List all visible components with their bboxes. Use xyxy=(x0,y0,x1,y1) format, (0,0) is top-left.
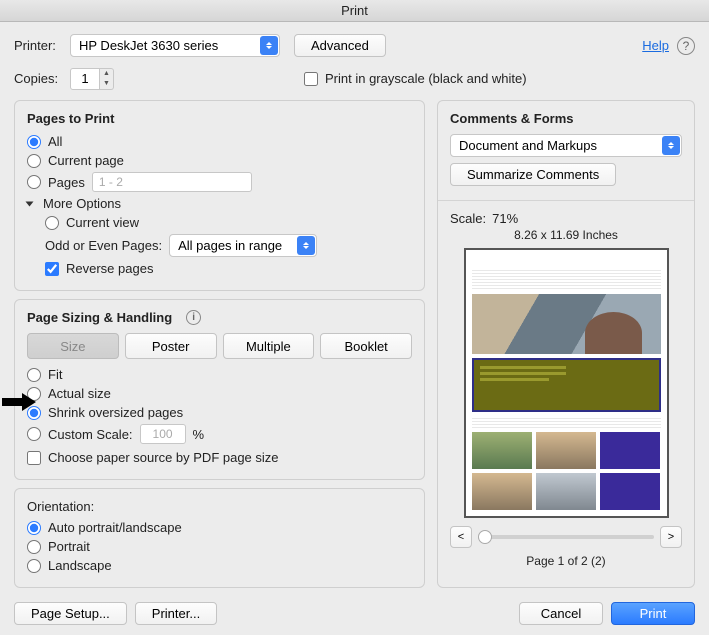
pages-to-print-panel: Pages to Print All Current page Pages Mo… xyxy=(14,100,425,291)
printer-label: Printer: xyxy=(14,38,66,53)
pages-heading: Pages to Print xyxy=(27,111,412,126)
pages-radio[interactable] xyxy=(27,175,41,189)
copies-input[interactable] xyxy=(70,68,100,90)
help-link[interactable]: Help xyxy=(642,38,669,53)
booklet-tab[interactable]: Booklet xyxy=(320,333,412,359)
page-setup-button[interactable]: Page Setup... xyxy=(14,602,127,625)
actual-size-label: Actual size xyxy=(48,386,111,401)
slider-knob-icon[interactable] xyxy=(478,530,492,544)
portrait-label: Portrait xyxy=(48,539,90,554)
stepper-up-icon[interactable]: ▲ xyxy=(100,69,113,79)
percent-label: % xyxy=(193,427,205,442)
size-tab[interactable]: Size xyxy=(27,333,119,359)
odd-even-label: Odd or Even Pages: xyxy=(45,238,162,253)
orientation-heading: Orientation: xyxy=(27,499,412,514)
chevron-updown-icon xyxy=(297,236,315,255)
info-icon[interactable]: i xyxy=(186,310,201,325)
page-indicator: Page 1 of 2 (2) xyxy=(450,554,682,568)
copies-label: Copies: xyxy=(14,71,66,86)
scale-value: 71% xyxy=(492,211,518,226)
pages-label: Pages xyxy=(48,175,85,190)
current-view-label: Current view xyxy=(66,215,139,230)
comments-mode-select[interactable]: Document and Markups xyxy=(450,134,682,157)
odd-even-select[interactable]: All pages in range xyxy=(169,234,317,257)
disclosure-triangle-icon[interactable] xyxy=(26,201,34,206)
more-options-label: More Options xyxy=(43,196,121,211)
printer-select[interactable]: HP DeskJet 3630 series xyxy=(70,34,280,57)
fit-label: Fit xyxy=(48,367,62,382)
auto-orient-radio[interactable] xyxy=(27,521,41,535)
grayscale-label: Print in grayscale (black and white) xyxy=(325,71,527,86)
current-view-radio[interactable] xyxy=(45,216,59,230)
printer-settings-button[interactable]: Printer... xyxy=(135,602,217,625)
fit-radio[interactable] xyxy=(27,368,41,382)
copies-stepper[interactable]: ▲▼ xyxy=(70,68,114,90)
chevron-updown-icon xyxy=(662,136,680,155)
landscape-radio[interactable] xyxy=(27,559,41,573)
comments-heading: Comments & Forms xyxy=(450,111,682,126)
print-button[interactable]: Print xyxy=(611,602,695,625)
current-page-radio[interactable] xyxy=(27,154,41,168)
reverse-pages-label: Reverse pages xyxy=(66,261,153,276)
sizing-heading: Page Sizing & Handlingi xyxy=(27,310,412,325)
help-icon[interactable]: ? xyxy=(677,37,695,55)
custom-scale-input[interactable] xyxy=(140,424,186,444)
prev-page-button[interactable]: < xyxy=(450,526,472,548)
sizing-panel: Page Sizing & Handlingi Size Poster Mult… xyxy=(14,299,425,480)
landscape-label: Landscape xyxy=(48,558,112,573)
auto-orient-label: Auto portrait/landscape xyxy=(48,520,182,535)
reverse-pages-checkbox[interactable] xyxy=(45,262,59,276)
print-preview xyxy=(464,248,669,518)
cancel-button[interactable]: Cancel xyxy=(519,602,603,625)
custom-scale-radio[interactable] xyxy=(27,427,41,441)
chevron-updown-icon xyxy=(260,36,278,55)
custom-scale-label: Custom Scale: xyxy=(48,427,133,442)
comments-panel: Comments & Forms Document and Markups Su… xyxy=(437,100,695,588)
window-title: Print xyxy=(0,0,709,22)
scale-label: Scale: xyxy=(450,211,486,226)
next-page-button[interactable]: > xyxy=(660,526,682,548)
grayscale-checkbox[interactable] xyxy=(304,72,318,86)
page-slider[interactable] xyxy=(478,535,654,539)
all-label: All xyxy=(48,134,62,149)
stepper-down-icon[interactable]: ▼ xyxy=(100,79,113,89)
current-page-label: Current page xyxy=(48,153,124,168)
advanced-button[interactable]: Advanced xyxy=(294,34,386,57)
choose-paper-checkbox[interactable] xyxy=(27,451,41,465)
annotation-arrow-icon xyxy=(2,393,38,411)
summarize-comments-button[interactable]: Summarize Comments xyxy=(450,163,616,186)
poster-tab[interactable]: Poster xyxy=(125,333,217,359)
page-dimensions: 8.26 x 11.69 Inches xyxy=(450,228,682,242)
portrait-radio[interactable] xyxy=(27,540,41,554)
multiple-tab[interactable]: Multiple xyxy=(223,333,315,359)
shrink-label: Shrink oversized pages xyxy=(48,405,183,420)
choose-paper-label: Choose paper source by PDF page size xyxy=(48,450,279,465)
all-radio[interactable] xyxy=(27,135,41,149)
orientation-panel: Orientation: Auto portrait/landscape Por… xyxy=(14,488,425,588)
pages-range-input[interactable] xyxy=(92,172,252,192)
